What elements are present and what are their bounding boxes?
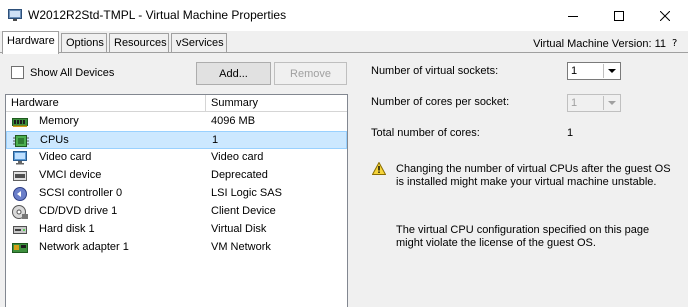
device-row-network-adapter[interactable]: Network adapter 1 VM Network — [6, 239, 347, 257]
scsi-icon — [13, 187, 27, 201]
cpu-change-warning: Changing the number of virtual CPUs afte… — [396, 163, 671, 188]
device-name: Network adapter 1 — [39, 241, 129, 253]
minimize-icon — [568, 15, 578, 17]
warning-icon — [372, 162, 386, 175]
maximize-button[interactable] — [596, 0, 642, 31]
device-name: Video card — [39, 151, 92, 163]
device-list: Hardware Summary Memory 4096 MB CPUs 1 V… — [5, 94, 348, 307]
cores-per-socket-select[interactable]: 1 — [567, 94, 621, 112]
chevron-down-icon — [607, 68, 616, 73]
cores-dropdown-arrow[interactable] — [603, 96, 619, 110]
help-icon[interactable]: ? — [670, 37, 680, 47]
device-row-vmci-device[interactable]: VMCI device Deprecated — [6, 167, 347, 185]
cpu-icon — [13, 135, 29, 147]
cpu-settings-panel: Number of virtual sockets: 1 Number of c… — [351, 53, 688, 307]
show-all-devices-row[interactable]: Show All Devices — [11, 66, 114, 79]
monitor-icon — [13, 151, 27, 165]
device-row-scsi-controller[interactable]: SCSI controller 0 LSI Logic SAS — [6, 185, 347, 203]
device-name: CD/DVD drive 1 — [39, 205, 118, 217]
device-summary: LSI Logic SAS — [211, 187, 282, 199]
column-header-hardware[interactable]: Hardware — [6, 95, 206, 112]
vm-version-text: Virtual Machine Version: 11 — [533, 38, 666, 50]
device-row-cd-dvd-drive[interactable]: CD/DVD drive 1 Client Device — [6, 203, 347, 221]
cores-per-socket-label: Number of cores per socket: — [371, 96, 510, 108]
license-warning: The virtual CPU configuration specified … — [396, 224, 650, 249]
device-row-memory[interactable]: Memory 4096 MB — [6, 113, 347, 131]
tab-resources[interactable]: Resources — [109, 33, 169, 53]
device-row-video-card[interactable]: Video card Video card — [6, 149, 347, 167]
vm-version-label: Virtual Machine Version: 11? — [533, 37, 680, 50]
hardware-tab-content: Show All Devices Add... Remove Hardware … — [0, 53, 688, 307]
show-all-devices-checkbox[interactable] — [11, 66, 24, 79]
network-adapter-icon — [12, 243, 28, 253]
device-summary: Client Device — [211, 205, 276, 217]
sockets-label: Number of virtual sockets: — [371, 65, 499, 77]
close-icon — [660, 10, 670, 21]
title-bar: W2012R2Std-TMPL - Virtual Machine Proper… — [0, 0, 688, 31]
minimize-button[interactable] — [550, 0, 596, 31]
add-device-button[interactable]: Add... — [196, 62, 271, 85]
cd-dvd-icon — [12, 205, 28, 219]
column-header-summary[interactable]: Summary — [206, 95, 347, 112]
device-summary: 4096 MB — [211, 115, 256, 127]
total-cores-label: Total number of cores: — [371, 127, 480, 139]
maximize-icon — [614, 10, 624, 21]
sockets-dropdown-arrow[interactable] — [603, 64, 619, 78]
memory-icon — [12, 118, 28, 127]
hard-disk-icon — [13, 226, 27, 234]
total-cores-value: 1 — [567, 127, 574, 139]
device-summary: Deprecated — [211, 169, 268, 181]
chevron-down-icon — [607, 100, 616, 105]
vmci-icon — [13, 171, 27, 181]
close-button[interactable] — [642, 0, 688, 31]
device-name: Hard disk 1 — [39, 223, 95, 235]
cores-per-socket-value: 1 — [571, 97, 578, 109]
device-row-hard-disk[interactable]: Hard disk 1 Virtual Disk — [6, 221, 347, 239]
device-summary: 1 — [212, 134, 219, 146]
device-name: SCSI controller 0 — [39, 187, 123, 199]
device-name: Memory — [39, 115, 79, 127]
device-row-cpus[interactable]: CPUs 1 — [6, 131, 347, 149]
sockets-select[interactable]: 1 — [567, 62, 621, 80]
device-name: CPUs — [40, 134, 69, 146]
vm-window-icon — [8, 9, 22, 21]
device-summary: Virtual Disk — [211, 223, 267, 235]
device-name: VMCI device — [39, 169, 102, 181]
device-summary: Video card — [211, 151, 264, 163]
device-summary: VM Network — [211, 241, 271, 253]
window-title: W2012R2Std-TMPL - Virtual Machine Proper… — [28, 8, 287, 22]
show-all-devices-label: Show All Devices — [30, 66, 115, 79]
sockets-value: 1 — [571, 65, 578, 77]
svg-text:?: ? — [672, 38, 677, 47]
tab-options[interactable]: Options — [61, 33, 107, 53]
tab-hardware[interactable]: Hardware — [2, 31, 59, 54]
tab-vservices[interactable]: vServices — [171, 33, 227, 53]
remove-device-button[interactable]: Remove — [274, 62, 347, 85]
